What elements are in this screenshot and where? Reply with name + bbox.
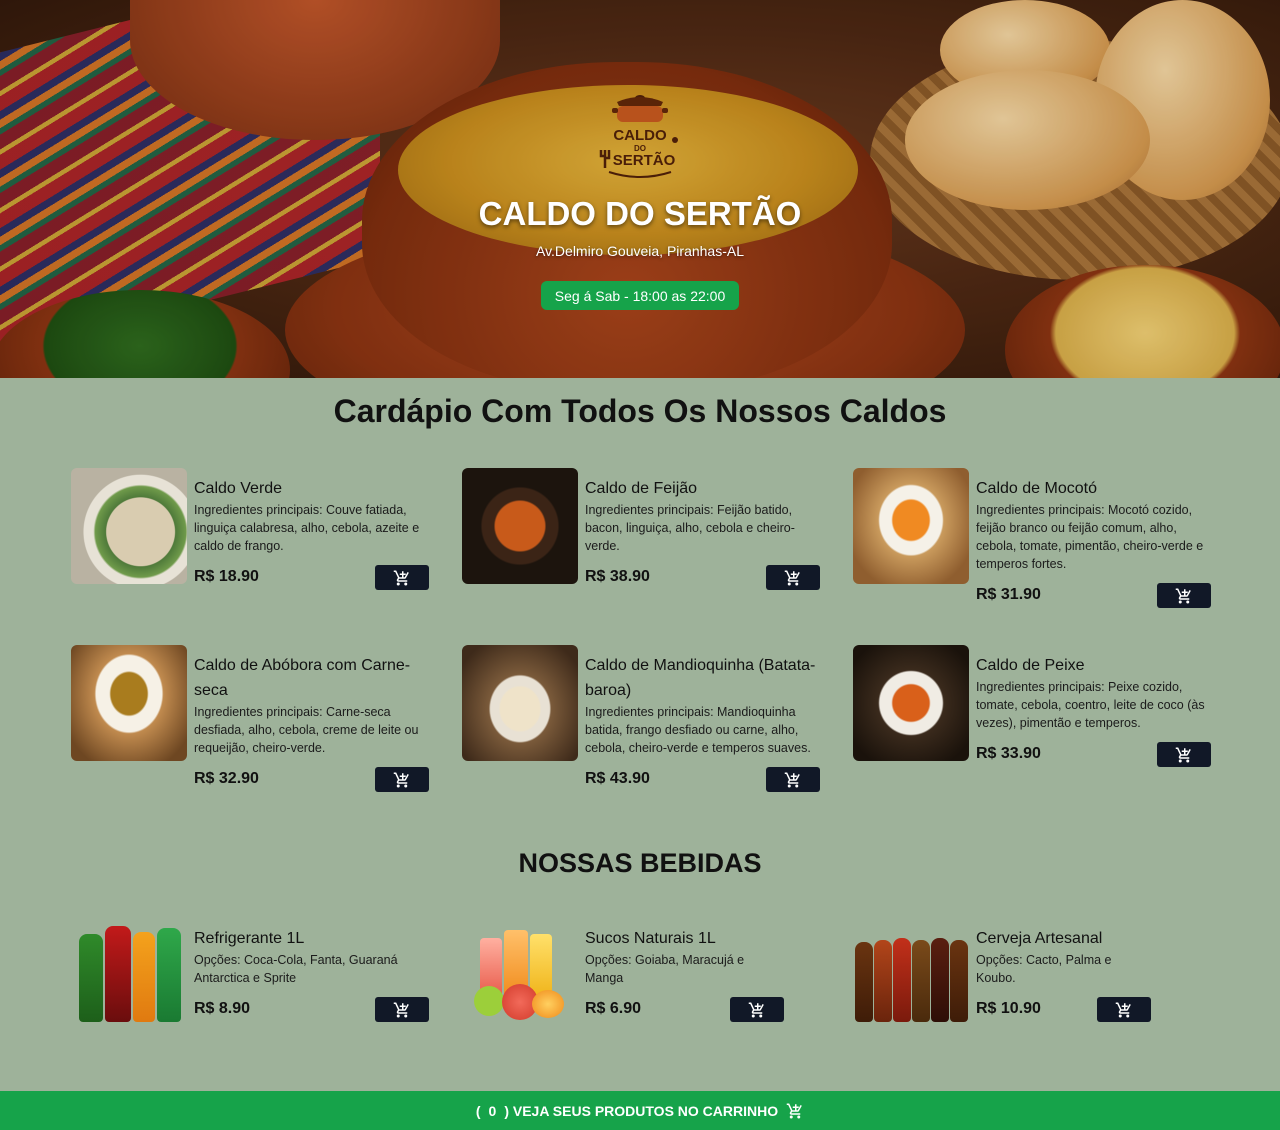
item-name: Caldo de Abóbora com Carne-seca — [194, 657, 411, 699]
cart-icon — [393, 1002, 409, 1017]
item-description: Opções: Coca-Cola, Fanta, Guaraná Antarc… — [194, 953, 398, 985]
add-to-cart-button[interactable] — [375, 997, 429, 1022]
item-price: R$ 33.90 — [976, 745, 1041, 762]
item-description: Opções: Cacto, Palma e Koubo. — [976, 953, 1112, 985]
logo-text-line3: SERTÃO — [613, 151, 676, 169]
logo-text-line1: CALDO — [613, 127, 667, 144]
cart-icon — [393, 570, 409, 585]
cart-icon — [748, 1002, 764, 1017]
item-price: R$ 8.90 — [194, 1000, 251, 1017]
cart-icon — [784, 570, 800, 585]
cart-open-paren: ( — [475, 1102, 481, 1119]
item-price: R$ 31.90 — [976, 586, 1041, 603]
item-name: Caldo Verde — [194, 480, 283, 497]
cart-icon — [786, 1103, 802, 1118]
cerveja-image — [853, 918, 969, 1034]
caldo-abobora-image — [71, 645, 187, 761]
cart-icon — [393, 772, 409, 787]
item-description: Opções: Goiaba, Maracujá e Manga — [585, 953, 745, 985]
caldo-verde-image — [71, 468, 187, 584]
cart-icon — [1175, 747, 1191, 762]
cart-count: 0 — [488, 1102, 497, 1119]
item-name: Caldo de Mandioquinha (Batata-baroa) — [585, 657, 816, 699]
opening-hours-badge: Seg á Sab - 18:00 as 22:00 — [541, 281, 739, 310]
sucos-image — [462, 918, 578, 1034]
item-name: Sucos Naturais 1L — [585, 930, 716, 947]
menu-title: Cardápio Com Todos Os Nossos Caldos — [333, 393, 947, 429]
item-name: Caldo de Feijão — [585, 480, 698, 497]
item-description: Ingredientes principais: Mandioquinha ba… — [585, 705, 811, 755]
caldo-peixe-image — [853, 645, 969, 761]
cart-bar-label: ) VEJA SEUS PRODUTOS NO CARRINHO — [504, 1102, 779, 1119]
item-name: Caldo de Mocotó — [976, 480, 1097, 497]
add-to-cart-button[interactable] — [375, 767, 429, 792]
add-to-cart-button[interactable] — [1097, 997, 1151, 1022]
cart-icon — [1115, 1002, 1131, 1017]
add-to-cart-button[interactable] — [1157, 742, 1211, 767]
restaurant-title: CALDO DO SERTÃO — [478, 195, 802, 232]
hero-banner: CALDO DO SERTÃO CALDO DO SERTÃO Av.Delmi… — [0, 0, 1280, 378]
add-to-cart-button[interactable] — [1157, 583, 1211, 608]
item-description: Ingredientes principais: Carne-seca desf… — [194, 705, 419, 755]
item-price: R$ 32.90 — [194, 770, 259, 787]
item-price: R$ 18.90 — [194, 568, 259, 585]
restaurant-address: Av.Delmiro Gouveia, Piranhas-AL — [535, 243, 745, 259]
caldo-mocoto-image — [853, 468, 969, 584]
refrigerante-image — [71, 918, 187, 1034]
cart-icon — [784, 772, 800, 787]
drinks-title: NOSSAS BEBIDAS — [518, 848, 762, 878]
item-description: Ingredientes principais: Peixe cozido, t… — [976, 680, 1205, 730]
item-name: Caldo de Peixe — [976, 657, 1085, 674]
caldo-feijao-image — [462, 468, 578, 584]
add-to-cart-button[interactable] — [375, 565, 429, 590]
add-to-cart-button[interactable] — [766, 767, 820, 792]
logo-pot-icon: CALDO DO SERTÃO — [599, 95, 678, 178]
item-name: Refrigerante 1L — [194, 930, 305, 947]
item-price: R$ 6.90 — [585, 1000, 642, 1017]
item-description: Ingredientes principais: Feijão batido, … — [585, 503, 795, 553]
cart-icon — [1175, 588, 1191, 603]
view-cart-bar[interactable]: ( 0 ) VEJA SEUS PRODUTOS NO CARRINHO — [0, 1091, 1280, 1130]
add-to-cart-button[interactable] — [766, 565, 820, 590]
caldo-mandioquinha-image — [462, 645, 578, 761]
item-name: Cerveja Artesanal — [976, 930, 1103, 947]
item-price: R$ 43.90 — [585, 770, 650, 787]
item-description: Ingredientes principais: Couve fatiada, … — [194, 503, 420, 553]
add-to-cart-button[interactable] — [730, 997, 784, 1022]
item-price: R$ 38.90 — [585, 568, 650, 585]
item-description: Ingredientes principais: Mocotó cozido, … — [976, 503, 1204, 571]
item-price: R$ 10.90 — [976, 1000, 1041, 1017]
